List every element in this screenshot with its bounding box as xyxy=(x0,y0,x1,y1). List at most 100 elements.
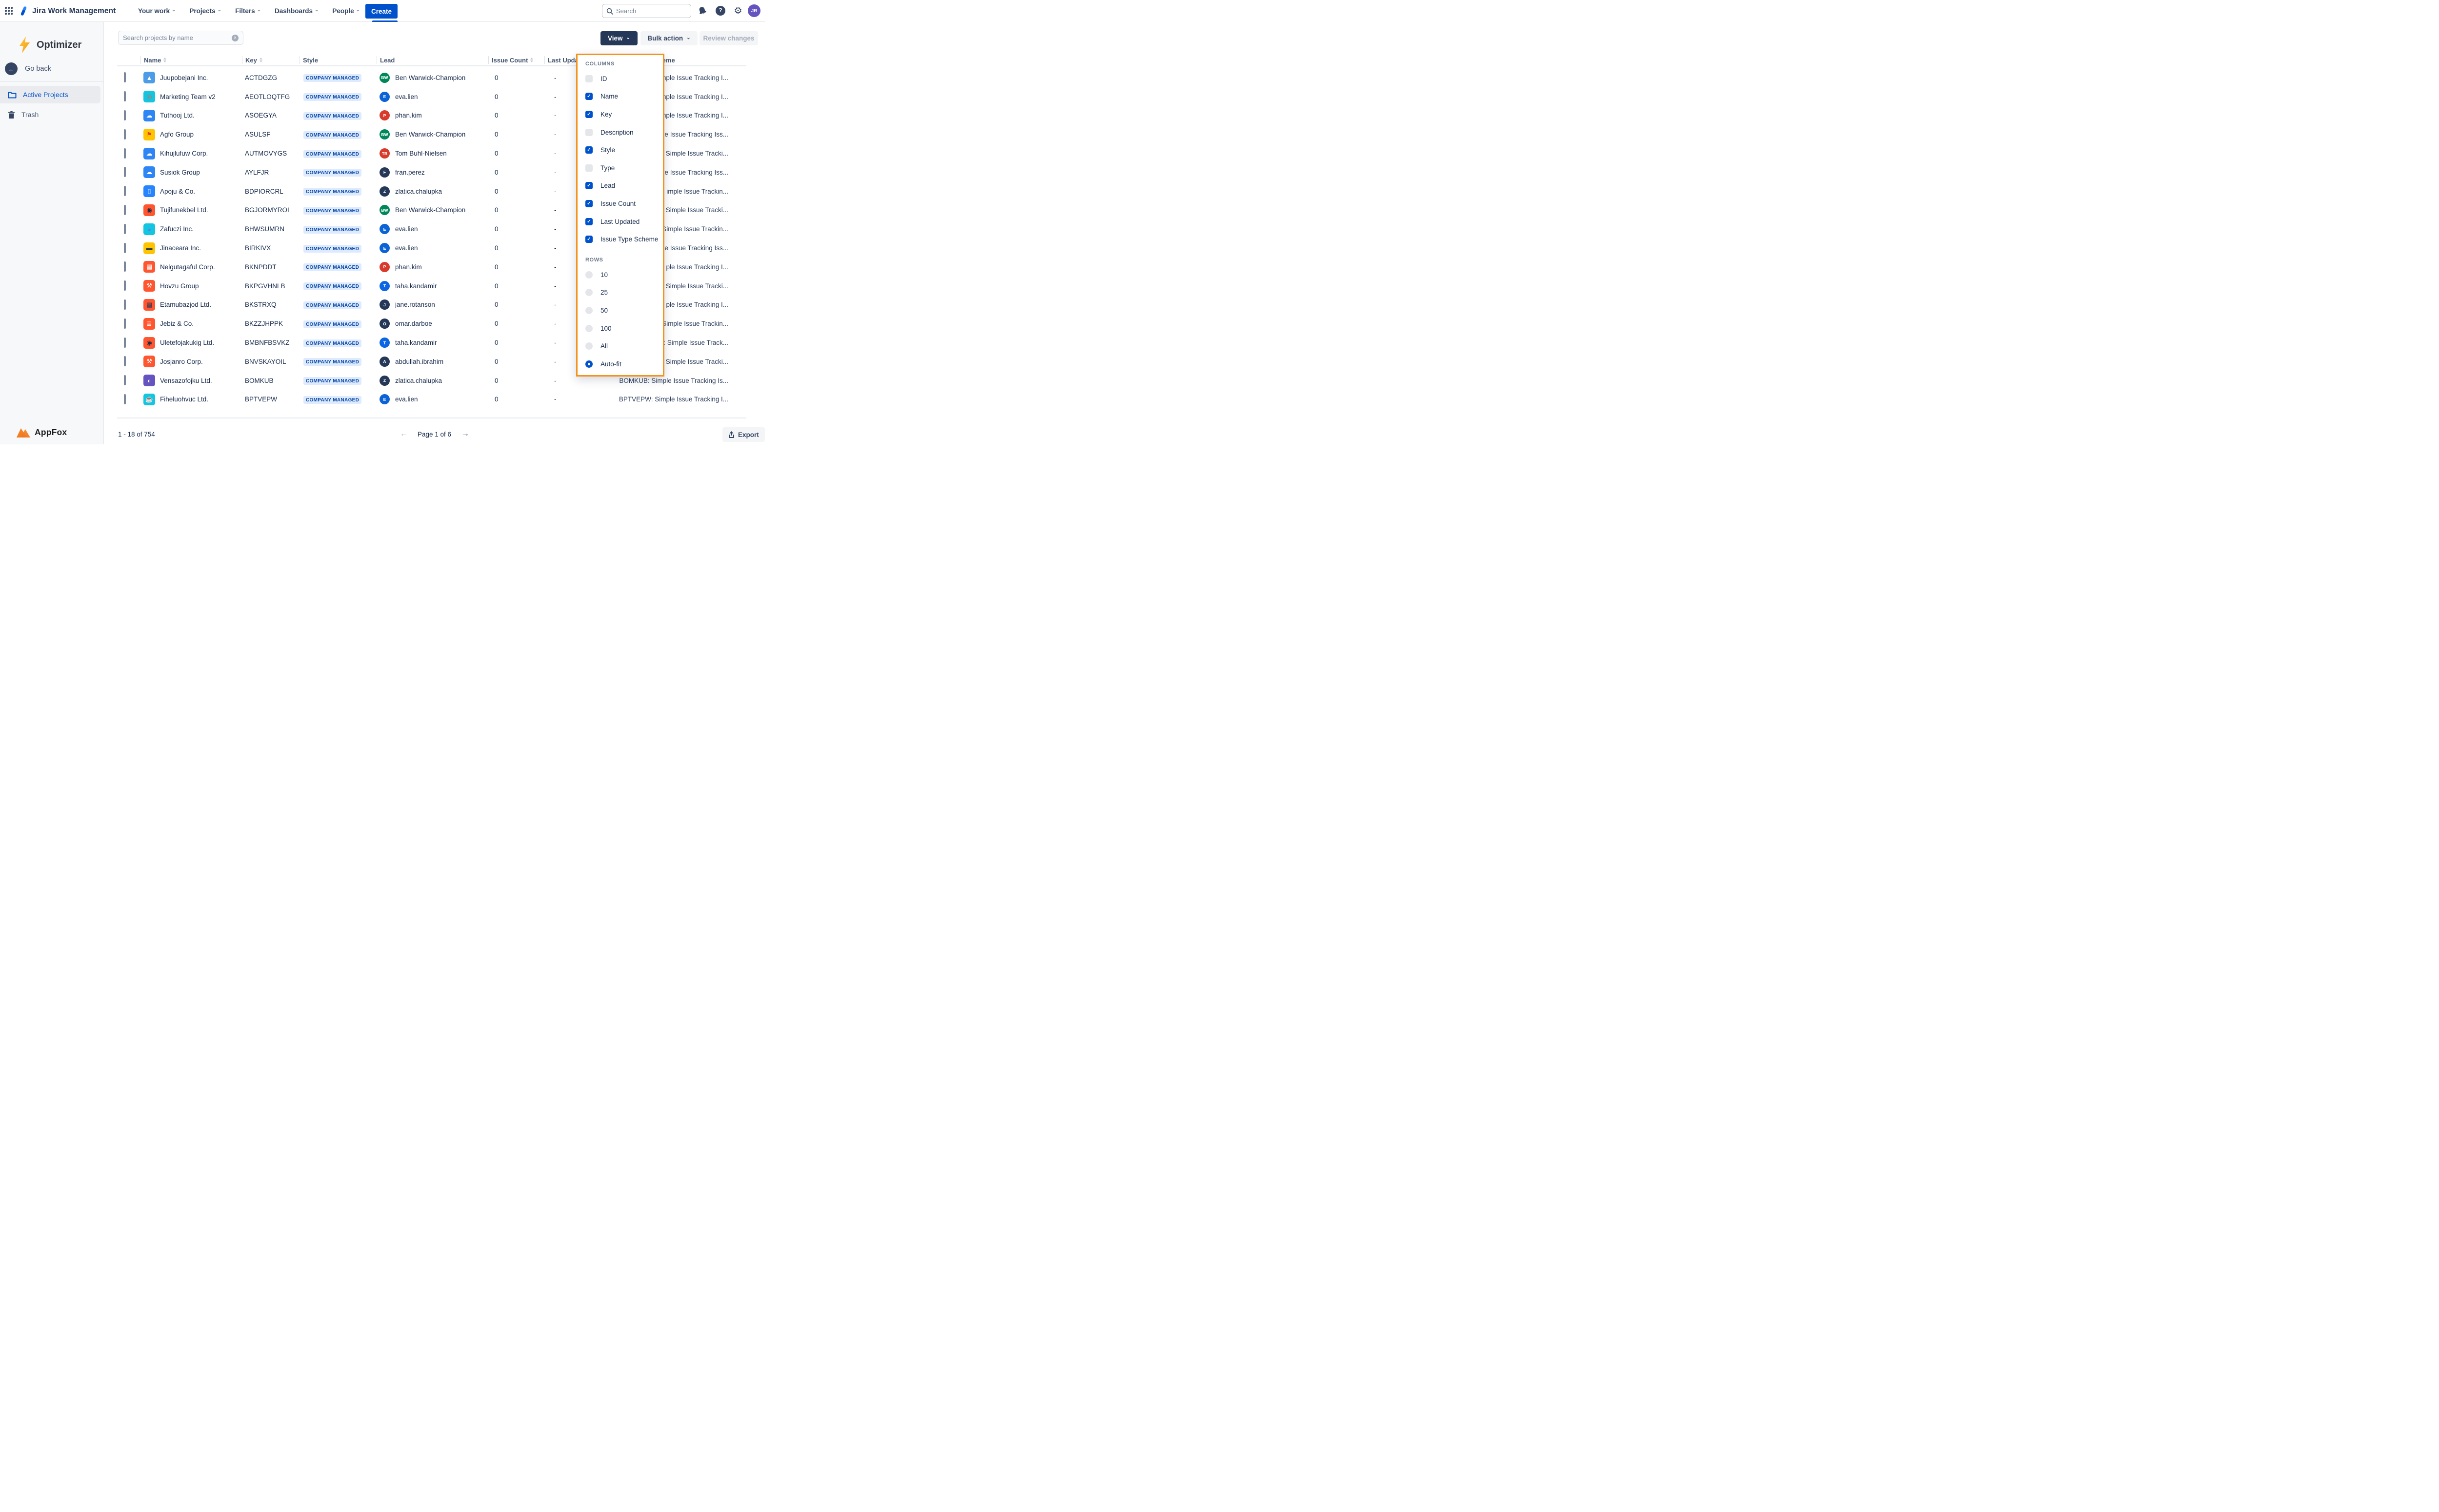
row-checkbox[interactable] xyxy=(124,72,126,82)
row-checkbox[interactable] xyxy=(124,148,126,159)
clear-search-icon[interactable]: ✕ xyxy=(232,35,239,41)
row-checkbox[interactable] xyxy=(124,394,126,404)
rows-option-50[interactable]: 50 xyxy=(578,301,663,319)
checkbox-icon: ✓ xyxy=(585,111,593,118)
column-header-name[interactable]: Name xyxy=(143,56,245,64)
issue-count: 0 xyxy=(491,112,547,119)
project-key: AUTMOVYGS xyxy=(245,150,302,157)
sidebar-item-active-projects[interactable]: Active Projects xyxy=(0,86,100,103)
last-updated: - xyxy=(547,396,601,403)
project-name: Tuthooj Ltd. xyxy=(160,112,195,119)
terminal-icon: ▤ xyxy=(143,261,155,273)
nav-item-filters[interactable]: Filters⌄ xyxy=(230,0,266,22)
column-header-style[interactable]: Style xyxy=(302,56,380,64)
global-search[interactable] xyxy=(602,4,691,18)
checkbox-icon: ✓ xyxy=(585,146,593,154)
issue-count: 0 xyxy=(491,225,547,233)
sort-icon xyxy=(163,58,166,62)
export-button[interactable]: Export xyxy=(722,427,765,442)
row-checkbox[interactable] xyxy=(124,167,126,177)
cloud-icon: ☁ xyxy=(143,148,155,159)
lead-name: zlatica.chalupka xyxy=(395,188,442,195)
column-toggle-style[interactable]: ✓ Style xyxy=(578,141,663,159)
bulk-action-button[interactable]: Bulk action ⌄ xyxy=(640,31,698,45)
rows-option-all[interactable]: All xyxy=(578,337,663,355)
column-toggle-name[interactable]: ✓ Name xyxy=(578,88,663,106)
rows-option-100[interactable]: 100 xyxy=(578,319,663,338)
settings-gear-icon[interactable]: ⚙ xyxy=(732,4,744,17)
vinyl-icon: ◉ xyxy=(143,204,155,216)
lead-name: taha.kandamir xyxy=(395,339,437,346)
row-checkbox[interactable] xyxy=(124,280,126,291)
nav-item-projects[interactable]: Projects⌄ xyxy=(184,0,227,22)
row-checkbox[interactable] xyxy=(124,318,126,329)
bird-icon: ◐ xyxy=(143,375,155,386)
project-name: Agfo Group xyxy=(160,131,194,138)
row-checkbox[interactable] xyxy=(124,129,126,139)
column-header-key[interactable]: Key xyxy=(245,56,302,64)
row-checkbox[interactable] xyxy=(124,375,126,385)
row-checkbox[interactable] xyxy=(124,338,126,348)
project-search-input[interactable] xyxy=(123,34,232,41)
rows-section-title: ROWS xyxy=(585,257,663,263)
lead-avatar: O xyxy=(380,318,390,329)
column-toggle-type[interactable]: Type xyxy=(578,159,663,177)
user-avatar[interactable]: JR xyxy=(748,4,760,17)
jira-logo-icon xyxy=(19,6,29,16)
previous-page-arrow-icon[interactable]: ← xyxy=(400,430,408,438)
style-badge: COMPANY MANAGED xyxy=(303,263,361,271)
wrench-icon: ⚒ xyxy=(143,356,155,367)
coffee-icon: ☕ xyxy=(143,394,155,405)
nav-item-people[interactable]: People⌄ xyxy=(327,0,365,22)
rows-option-10[interactable]: 10 xyxy=(578,266,663,284)
row-checkbox[interactable] xyxy=(124,356,126,366)
view-button[interactable]: View ⌄ xyxy=(600,31,638,45)
notifications-bell-icon[interactable] xyxy=(696,4,709,17)
row-checkbox[interactable] xyxy=(124,205,126,215)
row-checkbox[interactable] xyxy=(124,91,126,101)
lead-avatar: E xyxy=(380,92,390,102)
rows-option-auto-fit[interactable]: Auto-fit xyxy=(578,355,663,373)
style-badge: COMPANY MANAGED xyxy=(303,226,361,234)
lead-avatar: BW xyxy=(380,205,390,215)
row-checkbox[interactable] xyxy=(124,299,126,310)
global-search-input[interactable] xyxy=(616,7,680,15)
help-icon[interactable]: ? xyxy=(714,4,727,17)
row-checkbox[interactable] xyxy=(124,224,126,234)
style-badge: COMPANY MANAGED xyxy=(303,282,361,290)
row-checkbox[interactable] xyxy=(124,110,126,120)
project-name: Tujifunekbel Ltd. xyxy=(160,206,208,214)
style-badge: COMPANY MANAGED xyxy=(303,112,361,120)
app-switcher-icon[interactable] xyxy=(5,7,13,15)
appfox-brand-text: AppFox xyxy=(35,427,67,438)
column-toggle-lead[interactable]: ✓ Lead xyxy=(578,177,663,195)
row-checkbox[interactable] xyxy=(124,261,126,272)
column-toggle-key[interactable]: ✓ Key xyxy=(578,105,663,123)
column-toggle-issue-count[interactable]: ✓ Issue Count xyxy=(578,195,663,213)
create-button[interactable]: Create xyxy=(365,4,398,19)
table-row[interactable]: ☕ Fiheluohvuc Ltd. BPTVEPW COMPANY MANAG… xyxy=(122,390,730,409)
trash-icon xyxy=(8,111,15,119)
radio-icon xyxy=(585,307,593,314)
column-toggle-last-updated[interactable]: ✓ Last Updated xyxy=(578,213,663,231)
row-checkbox[interactable] xyxy=(124,243,126,253)
column-toggle-description[interactable]: Description xyxy=(578,123,663,141)
column-header-issue-count[interactable]: Issue Count xyxy=(491,56,547,64)
appfox-mark-icon xyxy=(16,427,31,438)
nav-item-your-work[interactable]: Your work⌄ xyxy=(133,0,181,22)
row-checkbox[interactable] xyxy=(124,186,126,196)
next-page-arrow-icon[interactable]: → xyxy=(461,430,469,438)
rows-option-25[interactable]: 25 xyxy=(578,284,663,302)
nav-item-dashboards[interactable]: Dashboards⌄ xyxy=(269,0,324,22)
alien-icon: ◒ xyxy=(143,223,155,235)
column-toggle-id[interactable]: ID xyxy=(578,70,663,88)
checkbox-icon xyxy=(585,75,593,82)
review-changes-button[interactable]: Review changes xyxy=(700,31,758,45)
column-toggle-issue-type-scheme[interactable]: ✓ Issue Type Scheme xyxy=(578,230,663,248)
sidebar-item-trash[interactable]: Trash xyxy=(0,106,100,123)
go-back-button[interactable]: ← Go back xyxy=(5,62,51,75)
project-search[interactable]: ✕ xyxy=(118,31,243,45)
jira-brand[interactable]: Jira Work Management xyxy=(19,0,116,22)
project-key: BGJORMYROI xyxy=(245,206,302,214)
column-header-lead[interactable]: Lead xyxy=(380,56,491,64)
